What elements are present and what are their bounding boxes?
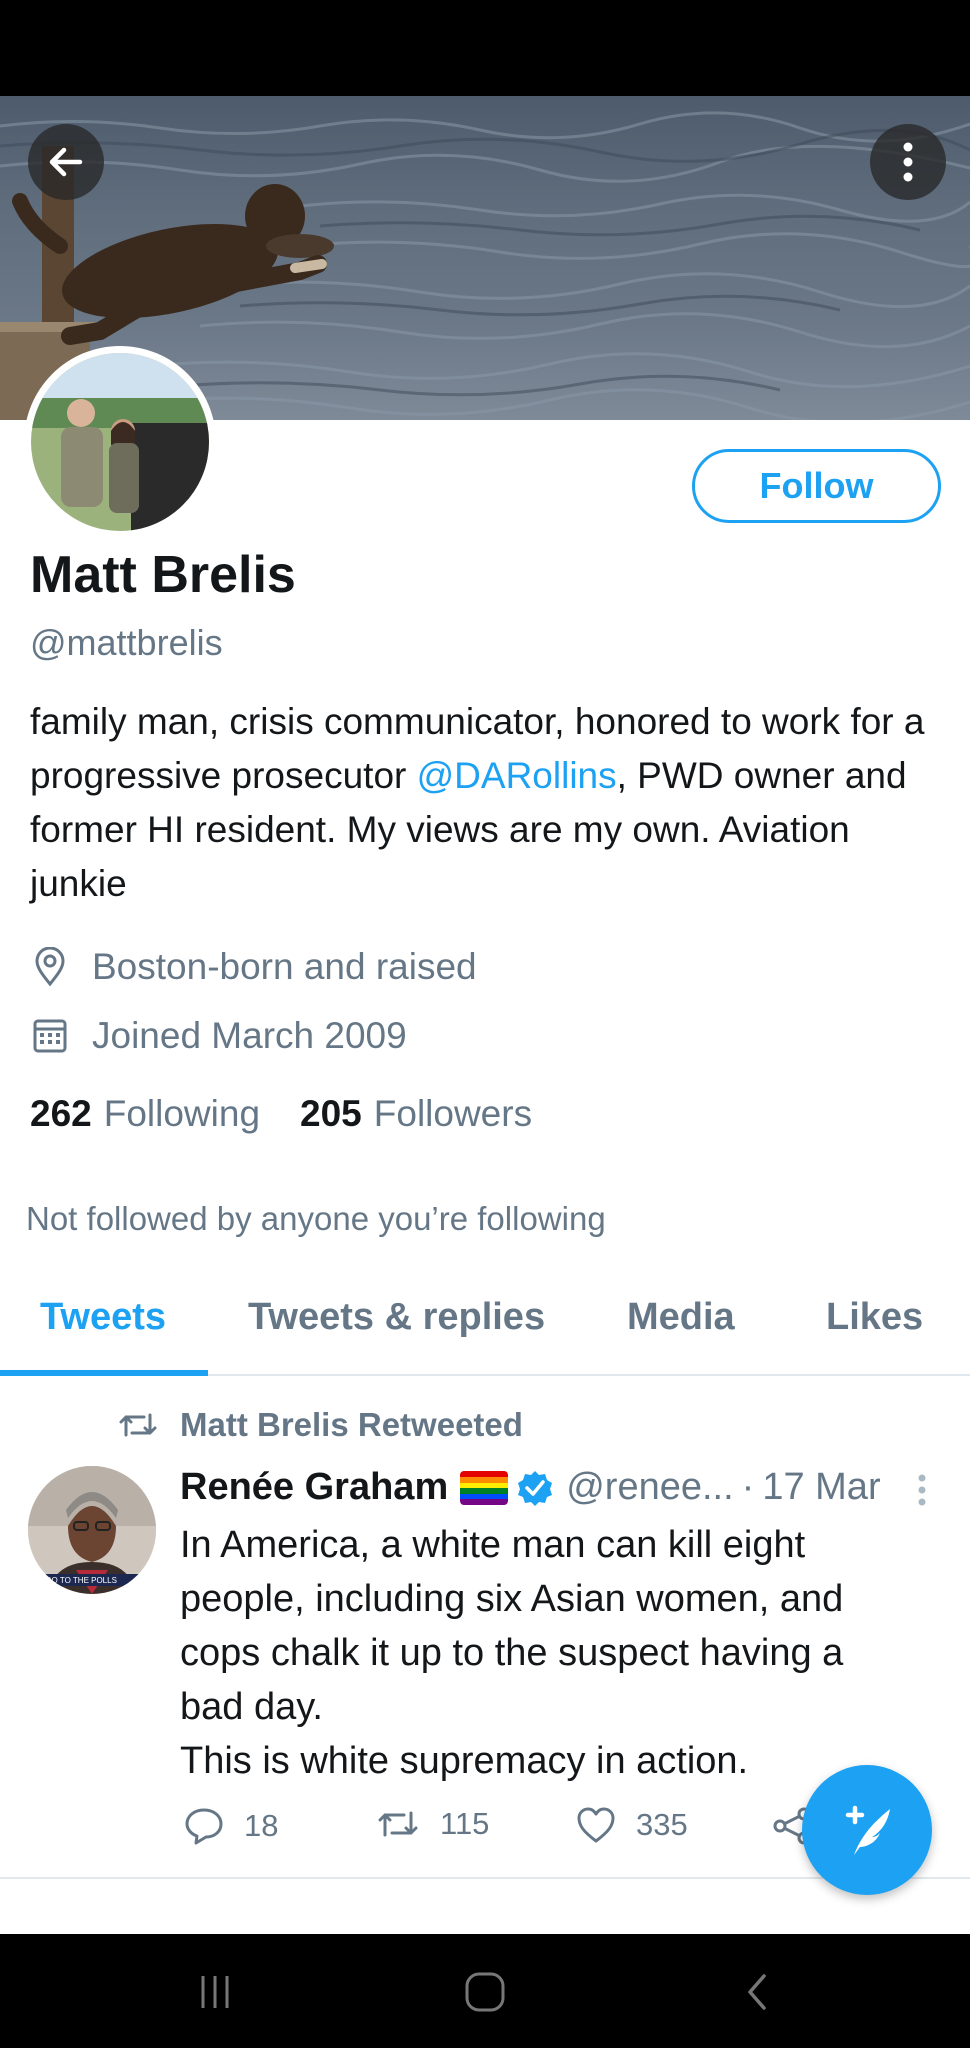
tweet-author-avatar[interactable]: RS GO TO THE POLLS — [28, 1466, 156, 1594]
status-bar — [0, 0, 970, 96]
follow-button[interactable]: Follow — [692, 449, 941, 523]
following-count: 262 — [30, 1093, 92, 1134]
tab-media[interactable]: Media — [627, 1296, 735, 1339]
tweet-date: 17 Mar — [762, 1466, 881, 1508]
chevron-left-icon — [748, 1974, 766, 2010]
tweet-text: In America, a white man can kill eight p… — [180, 1518, 940, 1788]
tab-likes[interactable]: Likes — [826, 1296, 923, 1339]
followers-count: 205 — [300, 1093, 362, 1134]
retweet-context: Matt Brelis Retweeted — [118, 1406, 523, 1444]
like-button[interactable]: 335 — [576, 1806, 688, 1844]
tweet-actions: 18 115 335 — [180, 1806, 860, 1856]
more-vertical-icon — [903, 142, 913, 182]
like-count: 335 — [636, 1807, 688, 1842]
profile-handle: @mattbrelis — [30, 622, 223, 663]
verified-badge-icon — [518, 1470, 553, 1506]
followers-label: Followers — [373, 1093, 533, 1134]
tweet-line: bad day. — [180, 1686, 323, 1728]
profile-join-date: Joined March 2009 — [30, 1015, 407, 1057]
followers-link[interactable]: 205 Followers — [300, 1093, 532, 1135]
retweet-label-text: Matt Brelis Retweeted — [180, 1406, 523, 1443]
bio-mention-link[interactable]: @DARollins — [417, 755, 617, 796]
profile-bio: family man, crisis communicator, honored… — [30, 695, 950, 911]
location-pin-icon — [30, 947, 70, 987]
reply-icon — [185, 1808, 223, 1845]
more-vertical-icon — [918, 1474, 926, 1506]
profile-avatar[interactable] — [24, 346, 216, 538]
arrow-left-icon — [49, 147, 83, 177]
active-tab-indicator — [0, 1370, 208, 1376]
tweet-author-handle: @renee... — [566, 1466, 734, 1508]
following-label: Following — [103, 1093, 261, 1134]
calendar-icon — [30, 1016, 70, 1056]
profile-tabs: Tweets Tweets & replies Media Likes — [0, 1258, 970, 1376]
back-nav-button[interactable] — [732, 1970, 782, 2014]
compose-tweet-button[interactable] — [802, 1765, 932, 1895]
mutual-followers-note: Not followed by anyone you’re following — [26, 1200, 606, 1237]
tweet-line: people, including six Asian women, and — [180, 1578, 844, 1620]
tab-tweets-replies[interactable]: Tweets & replies — [248, 1296, 545, 1339]
following-link[interactable]: 262 Following — [30, 1093, 260, 1135]
retweet-button[interactable]: 115 — [376, 1806, 489, 1842]
compose-tweet-icon — [845, 1805, 890, 1855]
profile-location: Boston-born and raised — [30, 946, 477, 988]
profile-name: Matt Brelis — [30, 546, 296, 604]
avatar-caption: RS GO TO THE POLLS — [32, 1576, 117, 1585]
rainbow-flag-icon — [460, 1470, 509, 1505]
home-icon — [465, 1972, 505, 2012]
separator-dot: · — [741, 1466, 755, 1508]
tweet-more-button[interactable] — [912, 1472, 932, 1512]
home-button[interactable] — [460, 1970, 510, 2014]
retweet-icon — [378, 1811, 418, 1837]
reply-count: 18 — [244, 1808, 279, 1843]
recent-apps-button[interactable] — [190, 1970, 240, 2014]
join-date-text: Joined March 2009 — [92, 1015, 407, 1056]
retweet-count: 115 — [440, 1806, 490, 1841]
back-button[interactable] — [28, 124, 104, 200]
retweet-icon — [119, 1413, 157, 1437]
heart-icon — [577, 1807, 615, 1843]
android-nav-bar — [0, 1934, 970, 2048]
reply-button[interactable]: 18 — [184, 1806, 278, 1846]
tab-tweets[interactable]: Tweets — [40, 1296, 166, 1339]
follow-counts: 262 Following 205 Followers — [30, 1093, 572, 1135]
tweet-author-name[interactable]: Renée Graham — [180, 1466, 448, 1509]
tweet-line: In America, a white man can kill eight — [180, 1524, 806, 1566]
location-text: Boston-born and raised — [92, 946, 477, 987]
tweet-avatar-photo: RS GO TO THE POLLS — [28, 1466, 156, 1594]
avatar-photo — [31, 353, 209, 531]
tweet-line: cops chalk it up to the suspect having a — [180, 1632, 844, 1674]
recent-apps-icon — [201, 1976, 229, 2008]
tweet-header: Renée Graham @renee... · 17 Mar — [180, 1466, 881, 1509]
more-options-button[interactable] — [870, 124, 946, 200]
